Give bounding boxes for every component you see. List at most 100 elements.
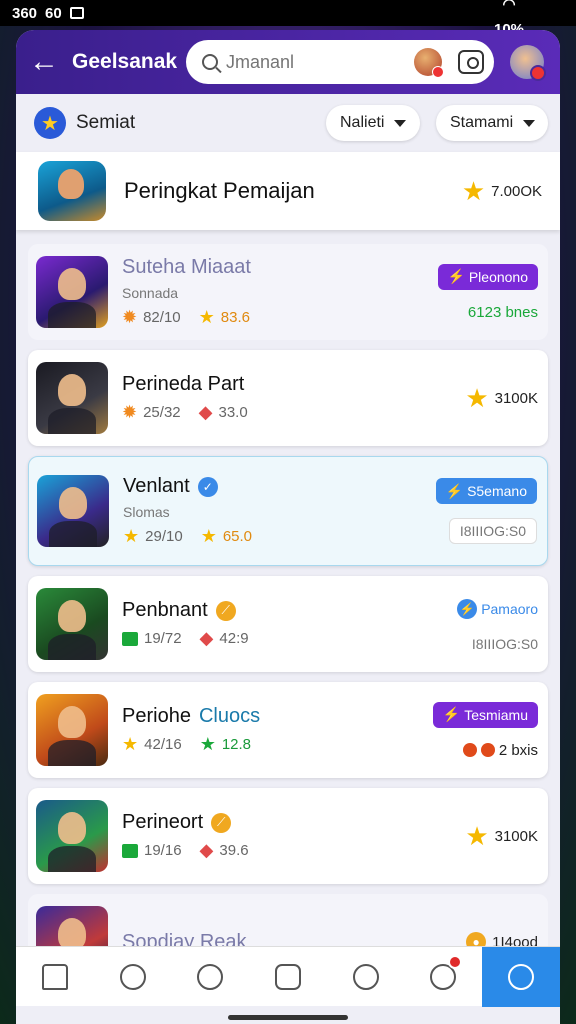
filter-dropdown-1[interactable]: Nalieti	[326, 105, 420, 141]
filter-label: Semiat	[76, 112, 136, 133]
item-name-text: Perineort	[122, 811, 204, 833]
item-stat-1: 29/10	[145, 528, 183, 545]
leaderboard-list: Suteha Miaaat Sonnada ✹ 82/10 ★ 83.6 ⚡ Ple…	[16, 230, 560, 990]
badge-label: Pleonono	[468, 268, 528, 285]
chevron-down-icon	[523, 119, 536, 127]
item-stat-2: 65.0	[222, 528, 253, 545]
game-thumbnail	[36, 588, 108, 660]
game-thumbnail	[36, 800, 108, 872]
item-score-value: 3100K	[494, 827, 538, 845]
face-icon	[197, 963, 224, 990]
nav-search[interactable]	[94, 947, 172, 1007]
item-name-text: Venlant	[123, 475, 190, 497]
app-window: ← Geelsanak ★ Semiat Nalieti Stamami Per…	[16, 30, 560, 1024]
item-subtitle: Slomas	[123, 504, 170, 520]
item-stat-2: 12.8	[221, 736, 252, 753]
star-icon: ★	[123, 526, 140, 546]
dropdown-1-label: Nalieti	[340, 114, 385, 131]
heart-icon	[352, 963, 379, 990]
game-thumbnail	[36, 362, 108, 434]
item-name: Suteha Miaaat	[122, 256, 251, 278]
list-item[interactable]: Periohe Cluocs ★ 42/16 ★ 12.8 ⚡ Tesmiamu 2 …	[28, 682, 548, 778]
item-extra: 2 bxis	[462, 741, 538, 759]
badge-label: Tesmiamu	[464, 706, 528, 723]
header-score: ★ 7.00OK	[462, 178, 542, 204]
header-score-value: 7.00OK	[491, 182, 542, 200]
filter-dropdown-2[interactable]: Stamami	[436, 105, 548, 141]
search-icon	[119, 963, 146, 990]
status-time: 360	[12, 4, 38, 22]
medal-icon: ✹	[122, 307, 138, 327]
search-avatar[interactable]	[414, 48, 444, 78]
item-stat-1: 42/16	[144, 736, 182, 753]
star-icon: ★	[198, 307, 215, 327]
coin-icon: ⟋	[215, 600, 236, 621]
dot-icon	[462, 743, 477, 757]
back-button[interactable]: ←	[26, 47, 62, 77]
status-badge[interactable]: ⚡ S5emano	[435, 478, 537, 504]
nav-chat[interactable]	[482, 946, 560, 1007]
page-title: Peringkat Pemaijan	[124, 178, 315, 203]
item-name: Perineort ⟋	[122, 811, 428, 834]
status-bar: 360 60 ✕ ◠ 10%	[0, 0, 576, 58]
item-extra-value: 2 bxis	[498, 741, 538, 759]
star-icon: ★	[465, 821, 489, 851]
arrow-left-icon: ←	[29, 45, 59, 78]
chevron-down-icon	[394, 119, 407, 127]
filter-bar: ★ Semiat Nalieti Stamami	[16, 94, 560, 152]
item-name: Periohe Cluocs	[122, 705, 428, 728]
app-title: Geelsanak	[72, 50, 178, 73]
dot-icon	[480, 743, 495, 757]
search-input[interactable]	[226, 51, 406, 73]
star-icon: ★	[122, 734, 139, 754]
chip-icon	[122, 843, 138, 858]
list-item[interactable]: Suteha Miaaat Sonnada ✹ 82/10 ★ 83.6 ⚡ Ple…	[28, 244, 548, 340]
user-avatar[interactable]	[510, 45, 546, 81]
nav-profile[interactable]	[405, 947, 483, 1007]
leaderboard-header: Peringkat Pemaijan ★ 7.00OK	[16, 152, 560, 230]
star-badge-icon: ★	[34, 107, 66, 139]
star-icon: ★	[465, 383, 489, 413]
item-name-text: Penbnant	[122, 599, 208, 621]
home-indicator	[228, 1015, 348, 1020]
medal-icon: ✹	[122, 402, 138, 422]
game-thumbnail	[36, 256, 108, 328]
badge-label: Pamaoro	[481, 601, 538, 617]
status-badge[interactable]: ⚡ Tesmiamu	[432, 701, 538, 728]
bolt-icon: ⚡	[457, 599, 478, 619]
home-icon	[41, 963, 68, 990]
scan-icon[interactable]	[458, 50, 484, 74]
nav-favorites[interactable]	[327, 947, 405, 1007]
item-stat-1: 82/10	[143, 309, 181, 326]
item-score-value: 3100K	[494, 389, 538, 407]
nav-face[interactable]	[171, 947, 249, 1007]
header-avatar	[38, 161, 106, 221]
item-name: Venlant ✓	[123, 475, 427, 498]
list-item[interactable]: Penbnant ⟋ 19/72 ◆ 42:9 ⚡ Pamaoro I8IIIOG:…	[28, 576, 548, 672]
star-icon: ★	[200, 526, 217, 546]
status-badge[interactable]: ⚡ Pamaoro	[457, 596, 538, 622]
grid-icon	[275, 963, 302, 990]
item-extra: I8IIIOG:S0	[471, 636, 538, 652]
item-stat-2: 42:9	[219, 630, 249, 647]
item-stat-2: 39.6	[219, 842, 249, 859]
list-item-selected[interactable]: Venlant ✓ Slomas ★ 29/10 ★ 65.0 ⚡ S5emano I…	[28, 456, 548, 566]
gem-icon: ◆	[199, 840, 214, 860]
item-stat-1: 19/72	[144, 630, 182, 647]
list-item[interactable]: Perineda Part ✹ 25/32 ◆ 33.0 ★ 3100K	[28, 350, 548, 446]
item-name-accent: Cluocs	[198, 705, 261, 727]
notification-icon	[69, 7, 84, 19]
status-badge[interactable]: ⚡ Pleonono	[437, 263, 538, 290]
chip-icon	[122, 631, 138, 646]
item-name: Perineda Part	[122, 373, 245, 395]
nav-home[interactable]	[16, 947, 94, 1007]
item-stat-1: 25/32	[143, 404, 181, 421]
star-icon: ★	[199, 734, 216, 754]
item-name: Penbnant ⟋	[122, 599, 428, 622]
item-stat-2: 83.6	[220, 309, 250, 326]
list-item[interactable]: Perineort ⟋ 19/16 ◆ 39.6 ★ 3100K	[28, 788, 548, 884]
search-bar[interactable]	[186, 40, 494, 84]
nav-grid[interactable]	[249, 947, 327, 1007]
top-bar: ← Geelsanak	[16, 30, 560, 94]
notification-badge	[448, 954, 463, 969]
